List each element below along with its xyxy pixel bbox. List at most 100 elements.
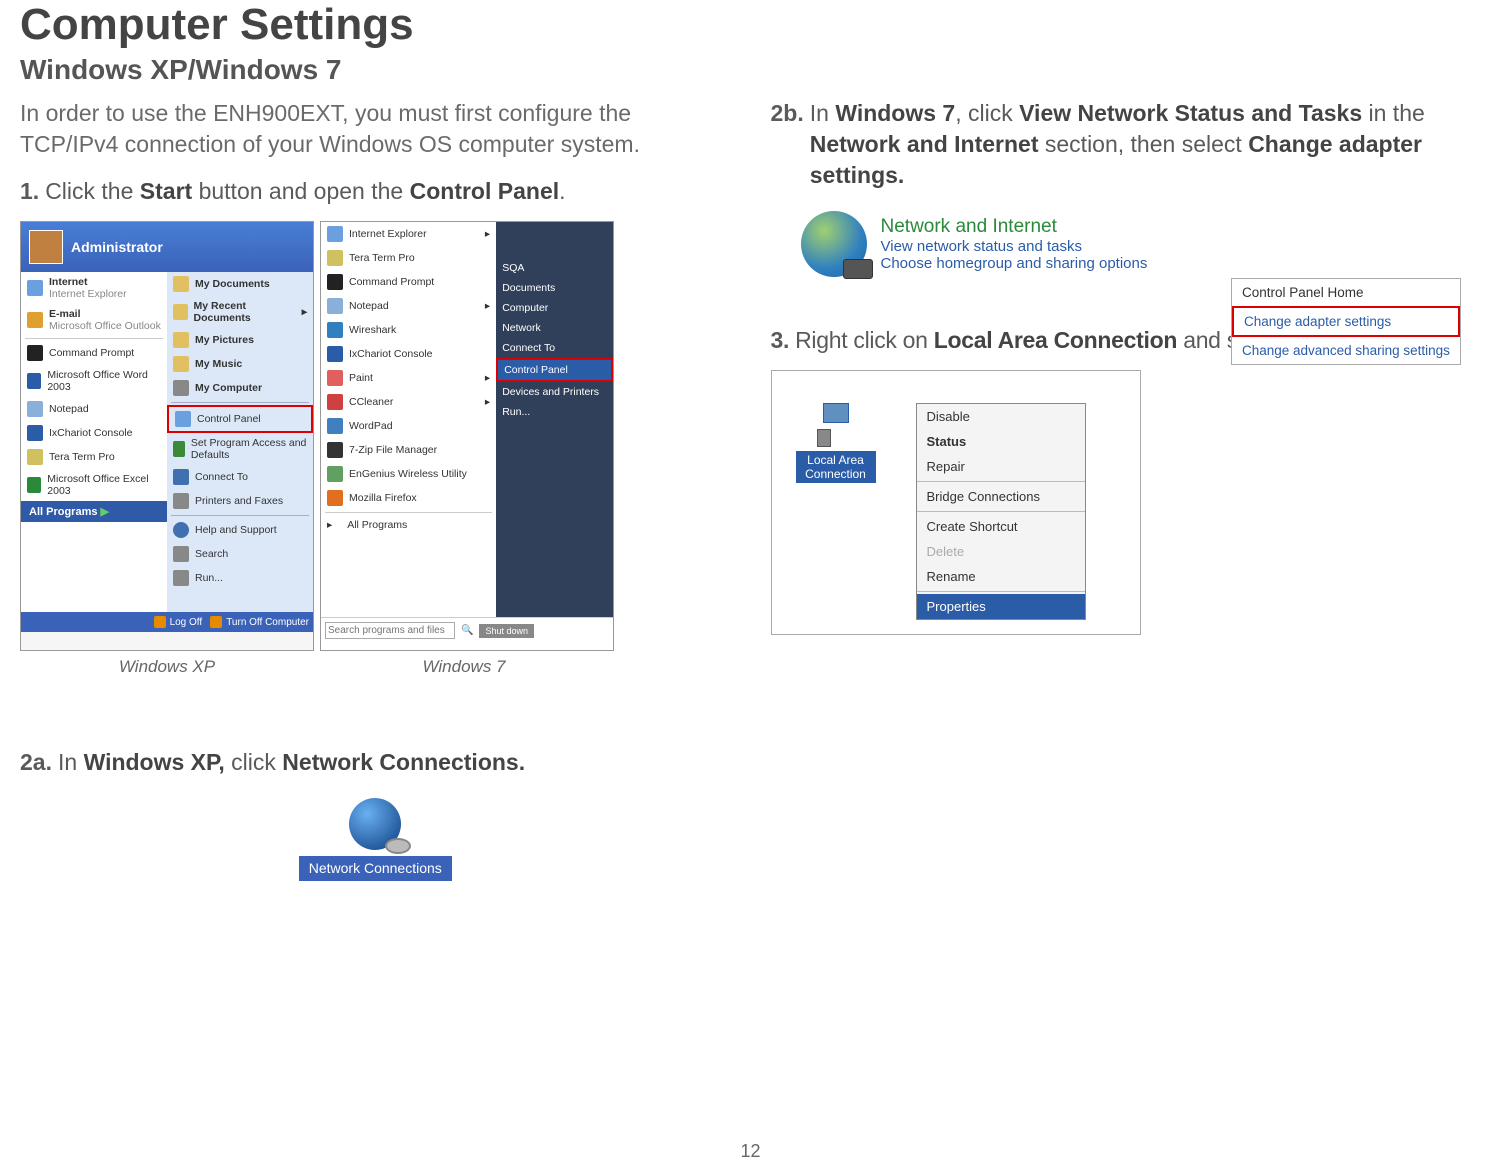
- xp-word[interactable]: Microsoft Office Word 2003: [21, 365, 167, 397]
- ctx-disable[interactable]: Disable: [917, 404, 1085, 429]
- xp-connect-to[interactable]: Connect To: [167, 465, 313, 489]
- teraterm-icon: [27, 449, 43, 465]
- menu-separator: [917, 481, 1085, 482]
- xp-run[interactable]: Run...: [167, 566, 313, 590]
- page-number: 12: [740, 1141, 760, 1162]
- xp-mycomputer[interactable]: My Computer: [167, 376, 313, 400]
- w7-search-input[interactable]: [325, 622, 455, 639]
- control-panel-links-figure: Control Panel Home Change adapter settin…: [1231, 278, 1461, 365]
- ctx-status[interactable]: Status: [917, 429, 1085, 454]
- xp-username: Administrator: [71, 239, 163, 255]
- printer-icon: [173, 493, 189, 509]
- w7-ixc[interactable]: IxChariot Console: [321, 342, 496, 366]
- netint-link1[interactable]: View network status and tasks: [881, 238, 1148, 255]
- xp-ixchariot[interactable]: IxChariot Console: [21, 421, 167, 445]
- two-column-layout: In order to use the ENH900EXT, you must …: [20, 98, 1481, 881]
- xp-email[interactable]: E-mailMicrosoft Office Outlook: [21, 304, 167, 336]
- wireshark-icon: [327, 322, 343, 338]
- teraterm-icon: [327, 250, 343, 266]
- w7-cc-label: CCleaner: [349, 396, 393, 408]
- help-icon: [173, 522, 189, 538]
- xp-pictures[interactable]: My Pictures: [167, 328, 313, 352]
- xp-all-programs[interactable]: All Programs ▶: [21, 501, 167, 522]
- w7-control-panel[interactable]: Control Panel: [496, 358, 613, 382]
- step-2b-number: 2b.: [771, 98, 804, 191]
- xp-program-access[interactable]: Set Program Access and Defaults: [167, 433, 313, 465]
- xp-teraterm[interactable]: Tera Term Pro: [21, 445, 167, 469]
- step1-b1: Start: [140, 178, 192, 204]
- xp-search[interactable]: Search: [167, 542, 313, 566]
- lac-figure: Local Area Connection Disable Status Rep…: [796, 403, 1126, 620]
- step-2a: 2a. In Windows XP, click Network Connect…: [20, 747, 731, 778]
- computer-icon: [173, 380, 189, 396]
- w7-teraterm[interactable]: Tera Term Pro: [321, 246, 496, 270]
- w7-cmd[interactable]: Command Prompt: [321, 270, 496, 294]
- cmd-icon: [327, 274, 343, 290]
- xp-printers[interactable]: Printers and Faxes: [167, 489, 313, 513]
- turnoff-icon: [210, 616, 222, 628]
- xp-recent[interactable]: My Recent Documents ▸: [167, 296, 313, 328]
- w7-7zip[interactable]: 7-Zip File Manager: [321, 438, 496, 462]
- netint-link2[interactable]: Choose homegroup and sharing options: [881, 255, 1148, 272]
- ctx-bridge[interactable]: Bridge Connections: [917, 484, 1085, 509]
- xp-control-panel[interactable]: Control Panel: [167, 405, 313, 433]
- xp-turnoff-label: Turn Off Computer: [226, 617, 309, 628]
- w7-connectto[interactable]: Connect To: [496, 338, 613, 358]
- w7-firefox[interactable]: Mozilla Firefox: [321, 486, 496, 510]
- w7-network[interactable]: Network: [496, 318, 613, 338]
- xp-turnoff[interactable]: Turn Off Computer: [210, 616, 309, 628]
- xp-mydocs-label: My Documents: [195, 278, 270, 290]
- netint-title[interactable]: Network and Internet: [881, 216, 1148, 238]
- network-connections-icon[interactable]: [349, 798, 401, 850]
- w7-allprograms[interactable]: ▸ All Programs: [321, 515, 496, 535]
- xp-mydocs[interactable]: My Documents: [167, 272, 313, 296]
- network-connections-figure: Network Connections: [225, 798, 525, 881]
- xp-music[interactable]: My Music: [167, 352, 313, 376]
- ctx-shortcut[interactable]: Create Shortcut: [917, 514, 1085, 539]
- w7-engenius[interactable]: EnGenius Wireless Utility: [321, 462, 496, 486]
- xp-cmd[interactable]: Command Prompt: [21, 341, 167, 365]
- menu-separator: [917, 511, 1085, 512]
- step-1: 1. Click the Start button and open the C…: [20, 176, 731, 207]
- xp-excel[interactable]: Microsoft Office Excel 2003: [21, 469, 167, 501]
- run-icon: [173, 570, 189, 586]
- w7-notepad[interactable]: Notepad▸: [321, 294, 496, 318]
- folder-icon: [173, 356, 189, 372]
- w7-ccleaner[interactable]: CCleaner▸: [321, 390, 496, 414]
- ctx-repair[interactable]: Repair: [917, 454, 1085, 479]
- w7-documents[interactable]: Documents: [496, 278, 613, 298]
- xp-notepad[interactable]: Notepad: [21, 397, 167, 421]
- ctx-rename[interactable]: Rename: [917, 564, 1085, 589]
- w7-run[interactable]: Run...: [496, 402, 613, 422]
- caption-w7: Windows 7: [314, 657, 614, 677]
- xp-internet-title: Internet: [49, 276, 88, 288]
- xp-internet[interactable]: InternetInternet Explorer: [21, 272, 167, 304]
- w7-wordpad[interactable]: WordPad: [321, 414, 496, 438]
- cp-home[interactable]: Control Panel Home: [1232, 279, 1460, 306]
- screenshots-row: Administrator InternetInternet Explorer …: [20, 221, 731, 651]
- notepad-icon: [327, 298, 343, 314]
- xp-logoff[interactable]: Log Off: [154, 616, 203, 628]
- w7-shutdown-button[interactable]: Shut down: [479, 624, 534, 638]
- xp-help[interactable]: Help and Support: [167, 518, 313, 542]
- w7-computer[interactable]: Computer: [496, 298, 613, 318]
- w7-sqa[interactable]: SQA: [496, 258, 613, 278]
- w7-cmd-label: Command Prompt: [349, 276, 434, 288]
- s2a-b2: Network Connections.: [282, 749, 525, 775]
- w7-tt-label: Tera Term Pro: [349, 252, 415, 264]
- xp-left-pane: InternetInternet Explorer E-mailMicrosof…: [21, 272, 167, 612]
- cp-change-adapter[interactable]: Change adapter settings: [1232, 306, 1460, 337]
- w7-wireshark[interactable]: Wireshark: [321, 318, 496, 342]
- cp-advanced-sharing[interactable]: Change advanced sharing settings: [1232, 337, 1460, 364]
- w7-devices[interactable]: Devices and Printers: [496, 382, 613, 402]
- local-area-connection-icon[interactable]: [811, 403, 861, 447]
- w7-ie[interactable]: Internet Explorer▸: [321, 222, 496, 246]
- network-connections-label: Network Connections: [299, 856, 452, 881]
- s2b-b1: Windows 7: [835, 100, 955, 126]
- s2b-b3: Network and Internet: [810, 131, 1039, 157]
- w7-paint[interactable]: Paint▸: [321, 366, 496, 390]
- ctx-properties[interactable]: Properties: [917, 594, 1085, 619]
- w7-ff-label: Mozilla Firefox: [349, 492, 417, 504]
- step1-post: .: [559, 178, 565, 204]
- lac-icon-wrap: Local Area Connection: [796, 403, 876, 620]
